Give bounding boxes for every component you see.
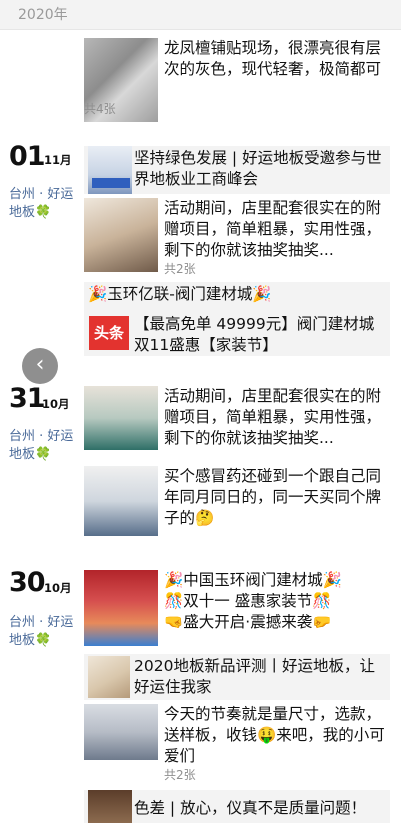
location-link[interactable]: 台州 · 好运地板🍀 xyxy=(9,614,81,650)
post-image[interactable] xyxy=(84,386,158,450)
year-header: 2020年 xyxy=(0,0,401,30)
post-image[interactable] xyxy=(84,198,158,272)
post-text: 2020地板新品评测丨好运地板，让好运住我家 xyxy=(134,657,375,696)
post-card[interactable]: 坚持绿色发展 | 好运地板受邀参与世界地板业工商峰会 xyxy=(84,146,390,194)
image-count: 共2张 xyxy=(164,262,196,276)
date-day: 01 xyxy=(9,141,46,172)
image-count: 共4张 xyxy=(84,102,116,116)
post-card[interactable]: 龙凤檀铺贴现场，很漂亮很有层次的灰色，现代轻奢，极简都可 xyxy=(84,30,390,126)
post-text: 🎉中国玉环阀门建材城🎉 🎊双十一 盛惠家装节🎊 🤜盛大开启·震撼来袭🤛 xyxy=(164,571,343,631)
image-count: 共2张 xyxy=(164,768,196,782)
post-card[interactable]: 活动期间，店里配套很实在的附赠项目，简单粗暴，实用性强，剩下的你就该抽奖抽奖..… xyxy=(84,198,390,272)
post-text: 【最高免单 49999元】阀门建材城双11盛惠【家装节】 xyxy=(134,315,375,354)
post-text: 坚持绿色发展 | 好运地板受邀参与世界地板业工商峰会 xyxy=(134,149,382,188)
back-button[interactable]: ‹ xyxy=(22,348,58,384)
post-card[interactable]: 2020地板新品评测丨好运地板，让好运住我家 xyxy=(84,654,390,700)
date-day: 30 xyxy=(9,567,46,598)
location-link[interactable]: 台州 · 好运地板🍀 xyxy=(9,428,81,464)
post-text: 买个感冒药还碰到一个跟自己同年同月同日的，同一天买同个牌子的🤔 xyxy=(164,467,382,527)
date-month: 11月 xyxy=(44,153,72,167)
post-title: 🎉玉环亿联-阀门建材城🎉 xyxy=(88,285,272,303)
toutiao-logo: 头条 xyxy=(89,316,129,350)
post-image[interactable] xyxy=(84,466,158,536)
post-text: 活动期间，店里配套很实在的附赠项目，简单粗暴，实用性强，剩下的你就该抽奖抽奖..… xyxy=(164,199,382,259)
post-card[interactable]: 🎉中国玉环阀门建材城🎉 🎊双十一 盛惠家装节🎊 🤜盛大开启·震撼来袭🤛 xyxy=(84,570,390,646)
post-image xyxy=(88,146,132,194)
post-text: 色差 | 放心，仪真不是质量问题！ xyxy=(134,799,367,817)
post-text: 今天的节奏就是量尺寸，选款，送样板，收钱🤑来吧，我的小可爱们 xyxy=(164,705,385,765)
date-day: 31 xyxy=(9,383,46,414)
post-card[interactable]: 色差 | 放心，仪真不是质量问题！ xyxy=(84,790,390,823)
date-month: 10月 xyxy=(44,581,72,595)
post-card[interactable]: 今天的节奏就是量尺寸，选款，送样板，收钱🤑来吧，我的小可爱们 xyxy=(84,704,390,766)
date-month: 10月 xyxy=(42,397,70,411)
location-link[interactable]: 台州 · 好运地板🍀 xyxy=(9,186,81,222)
post-image[interactable] xyxy=(88,790,132,823)
post-text: 活动期间，店里配套很实在的附赠项目，简单粗暴，实用性强，剩下的你就该抽奖抽奖..… xyxy=(164,387,382,447)
headline-bar xyxy=(92,178,130,188)
post-text: 龙凤檀铺贴现场，很漂亮很有层次的灰色，现代轻奢，极简都可 xyxy=(164,39,382,78)
post-image[interactable] xyxy=(84,570,158,646)
post-card[interactable]: 买个感冒药还碰到一个跟自己同年同月同日的，同一天买同个牌子的🤔 xyxy=(84,466,390,536)
post-image[interactable] xyxy=(84,704,158,760)
post-card[interactable]: 活动期间，店里配套很实在的附赠项目，简单粗暴，实用性强，剩下的你就该抽奖抽奖..… xyxy=(84,386,390,454)
post-image xyxy=(88,656,130,698)
post-card[interactable]: 🎉玉环亿联-阀门建材城🎉 头条 【最高免单 49999元】阀门建材城双11盛惠【… xyxy=(84,282,390,356)
